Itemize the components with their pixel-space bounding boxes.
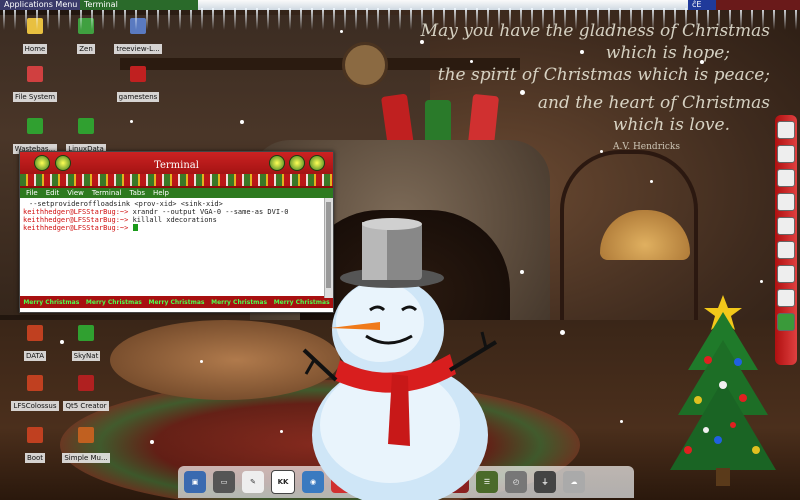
right-launcher-dock bbox=[775, 115, 797, 365]
command-text: killall xdecorations bbox=[128, 216, 217, 224]
menu-file[interactable]: File bbox=[26, 188, 38, 198]
menu-view[interactable]: View bbox=[67, 188, 84, 198]
christmas-ornaments-decoration bbox=[20, 174, 333, 186]
applications-menu-button[interactable]: Applications Menu bbox=[0, 0, 82, 10]
folder-icon bbox=[130, 66, 146, 82]
taskbar-terminal-button[interactable]: Terminal bbox=[80, 0, 198, 10]
terminal-line: keithhedger@LFSStarBug:~> xrandr --outpu… bbox=[23, 208, 330, 216]
icicles-decoration bbox=[0, 8, 800, 30]
terminal-menubar: File Edit View Terminal Tabs Help bbox=[20, 188, 333, 198]
monitor-icon[interactable]: ▭ bbox=[213, 471, 235, 493]
desktop-icon-label: Zen bbox=[77, 44, 95, 54]
terminal-line: keithhedger@LFSStarBug:~> bbox=[23, 224, 330, 232]
footer-greeting: Merry Christmas bbox=[273, 298, 330, 306]
drive-icon bbox=[27, 325, 43, 341]
file-system-icon bbox=[27, 66, 43, 82]
desktop-icon-file-system[interactable]: File System bbox=[5, 66, 65, 103]
exit-icon[interactable] bbox=[777, 313, 795, 331]
trash-icon bbox=[27, 118, 43, 134]
desktop-icon-linuxdata[interactable]: LinuxData bbox=[56, 118, 116, 155]
quote-line: and the heart of Christmas bbox=[537, 93, 770, 113]
desktop-icon-label: SkyNat bbox=[71, 351, 101, 361]
shell-prompt: keithhedger@LFSStarBug:~> bbox=[23, 216, 129, 224]
calculator-icon[interactable] bbox=[777, 241, 795, 259]
footer-greeting: Merry Christmas bbox=[148, 298, 205, 306]
desktop-icon-label: gamestens bbox=[116, 92, 160, 102]
drive-icon bbox=[78, 325, 94, 341]
footer-greeting: Merry Christmas bbox=[211, 298, 268, 306]
menu-terminal[interactable]: Terminal bbox=[92, 188, 122, 198]
christmas-quote: May you have the gladness of Christmas w… bbox=[340, 20, 770, 158]
cloud-icon[interactable]: ☁ bbox=[563, 471, 585, 493]
desktop-icon-label: treeview-L... bbox=[114, 44, 162, 54]
draw-icon[interactable]: ✎ bbox=[242, 471, 264, 493]
menu-tabs[interactable]: Tabs bbox=[130, 188, 146, 198]
tray-area bbox=[716, 0, 800, 10]
qt-creator-icon bbox=[78, 375, 94, 391]
terminal-footer-decoration: Merry Christmas Merry Christmas Merry Ch… bbox=[20, 296, 333, 308]
plug-icon[interactable]: ⏚ bbox=[534, 471, 556, 493]
speaker-icon[interactable] bbox=[777, 145, 795, 163]
desktop-icon-label: File System bbox=[12, 92, 58, 102]
footer-greeting: Merry Christmas bbox=[23, 298, 80, 306]
desktop-icon-label: LFSColossus bbox=[11, 401, 59, 411]
drive-icon bbox=[78, 118, 94, 134]
kkedit-icon[interactable]: KK bbox=[271, 470, 295, 494]
terminal-titlebar[interactable]: Terminal bbox=[20, 152, 333, 188]
eject-icon[interactable] bbox=[777, 193, 795, 211]
text-cursor bbox=[132, 224, 138, 231]
printer-icon[interactable] bbox=[777, 217, 795, 235]
command-text: xrandr --output VGA-0 --same-as DVI-0 bbox=[128, 208, 289, 216]
menu-edit[interactable]: Edit bbox=[46, 188, 60, 198]
desktop-icon-label: Boot bbox=[24, 453, 46, 463]
quote-line: which is love. bbox=[612, 115, 730, 135]
play-icon[interactable] bbox=[777, 169, 795, 187]
quote-attribution: A.V. Hendricks bbox=[612, 142, 680, 152]
desktop-icon-skynat[interactable]: SkyNat bbox=[56, 325, 116, 362]
menu-help[interactable]: Help bbox=[153, 188, 169, 198]
terminal-scrollbar[interactable] bbox=[324, 198, 333, 298]
phone-icon[interactable] bbox=[777, 265, 795, 283]
desktop-icon-qt5-creator[interactable]: Qt5 Creator bbox=[56, 375, 116, 412]
footer-greeting: Merry Christmas bbox=[85, 298, 142, 306]
christmas-tree-decoration bbox=[670, 295, 776, 486]
shell-prompt: keithhedger@LFSStarBug:~> bbox=[23, 208, 129, 216]
finder-icon[interactable]: ▣ bbox=[184, 471, 206, 493]
drive-icon bbox=[27, 427, 43, 443]
screen-icon[interactable] bbox=[777, 289, 795, 307]
disc-icon[interactable] bbox=[777, 121, 795, 139]
terminal-title: Terminal bbox=[154, 160, 199, 171]
quote-line: which is hope; bbox=[605, 43, 730, 63]
shell-prompt: keithhedger@LFSStarBug:~> bbox=[23, 224, 129, 232]
desktop-icon-label: Simple Mu... bbox=[62, 453, 110, 463]
desktop-icon-simple-music[interactable]: Simple Mu... bbox=[56, 427, 116, 464]
desktop-icon-label: DATA bbox=[23, 351, 47, 361]
terminal-line: keithhedger@LFSStarBug:~> killall xdecor… bbox=[23, 216, 330, 224]
desktop-icon-label: Qt5 Creator bbox=[63, 401, 109, 411]
desktop-icon-gamestens[interactable]: gamestens bbox=[108, 66, 168, 103]
desktop-icon-label: Home bbox=[22, 44, 48, 54]
terminal-window[interactable]: Terminal File Edit View Terminal Tabs He… bbox=[19, 151, 334, 313]
music-icon bbox=[78, 427, 94, 443]
quote-line: the spirit of Christmas which is peace; bbox=[437, 65, 770, 85]
terminal-line: --setprovideroffloadsink <prov-xid> <sin… bbox=[29, 200, 223, 208]
terminal-output[interactable]: --setprovideroffloadsink <prov-xid> <sin… bbox=[20, 198, 333, 296]
drive-icon bbox=[27, 375, 43, 391]
scrollbar-thumb[interactable] bbox=[326, 202, 331, 288]
